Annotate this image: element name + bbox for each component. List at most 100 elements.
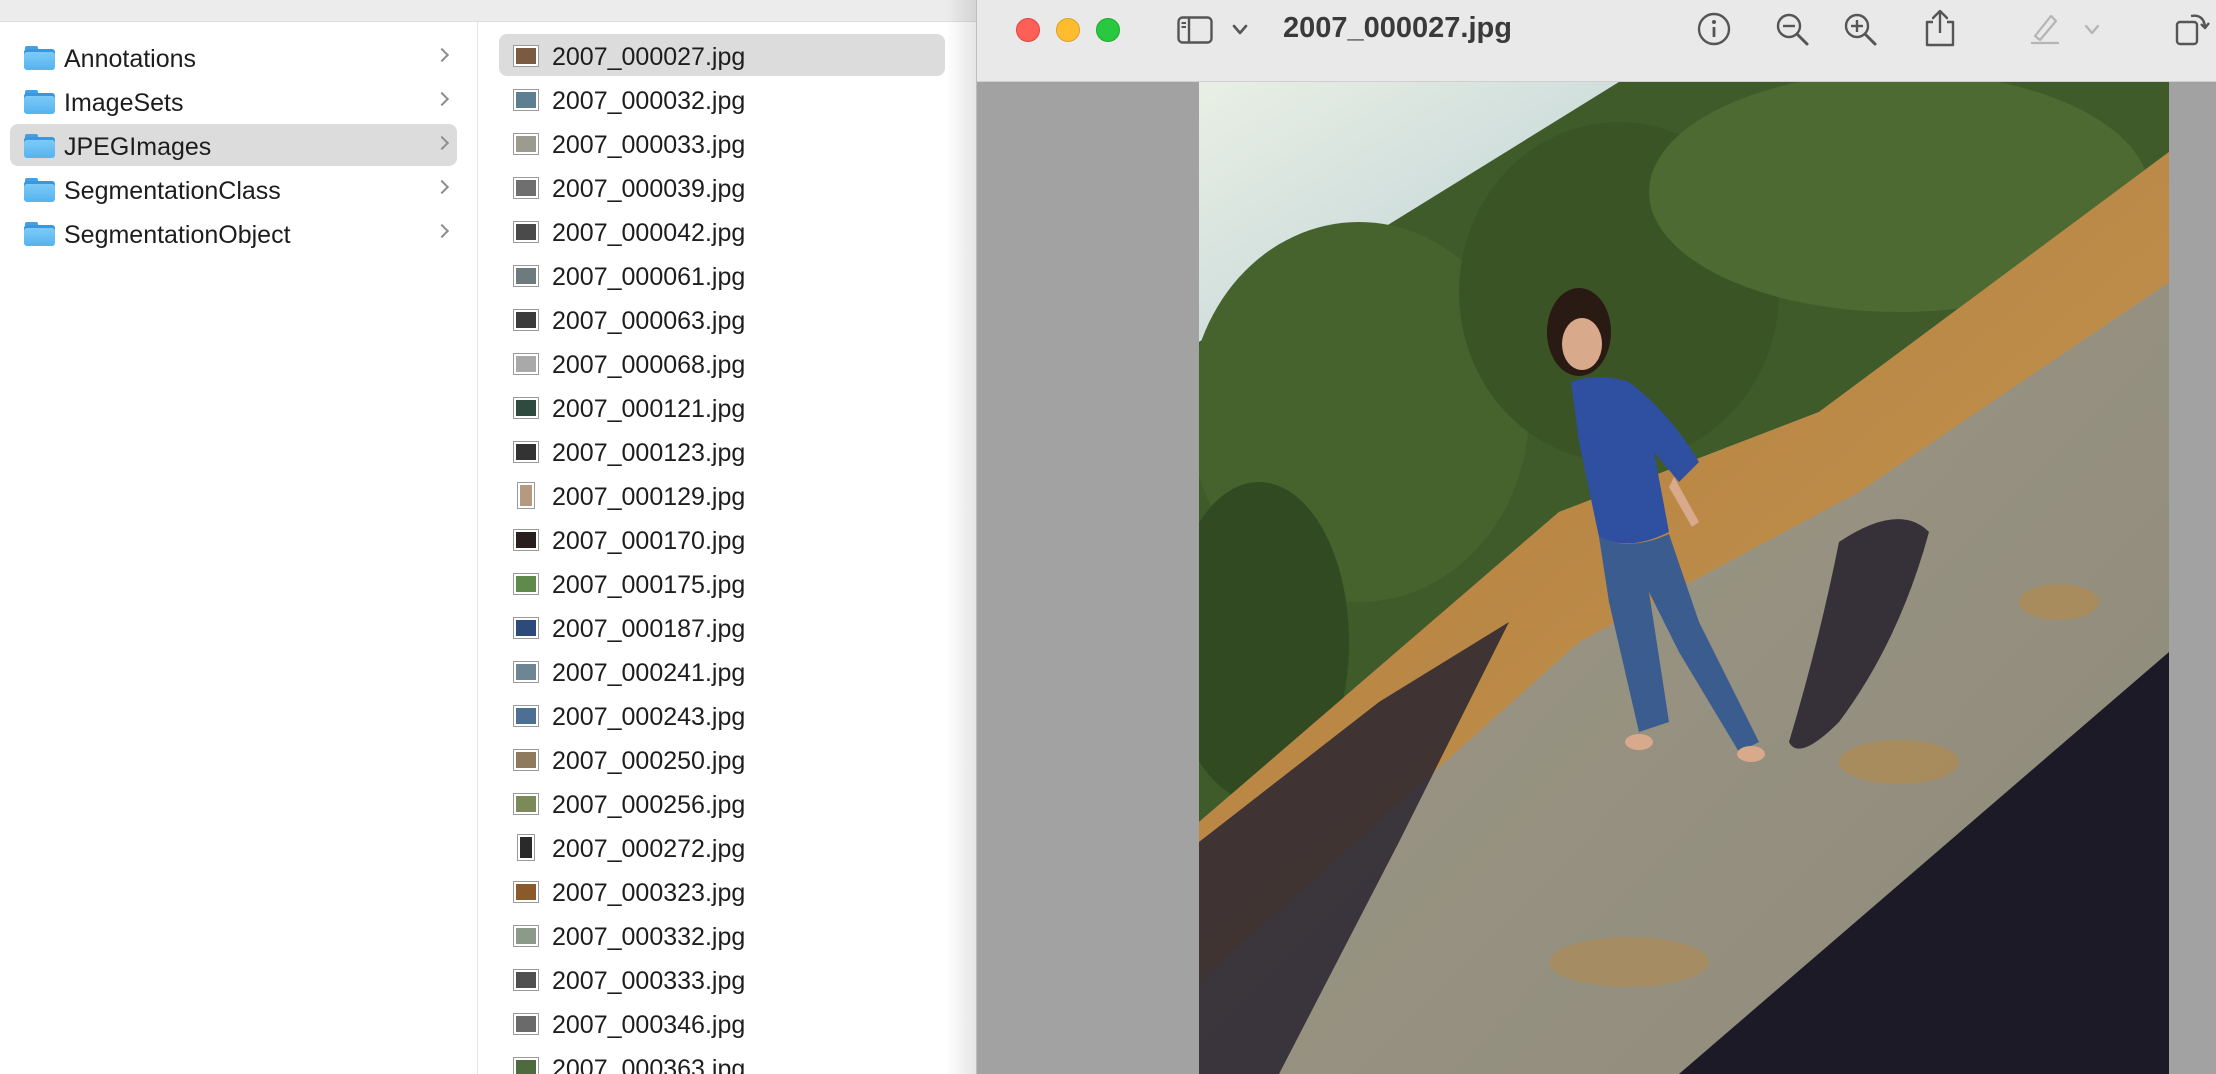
chevron-right-icon — [434, 223, 450, 239]
image-file-icon — [517, 834, 535, 861]
zoom-in-icon[interactable] — [1843, 12, 1879, 48]
image-file-icon — [513, 661, 539, 683]
finder-column-files: 2007_000027.jpg 2007_000032.jpg 2007_00003… — [479, 22, 976, 1074]
image-file-icon — [513, 89, 539, 111]
file-row[interactable]: 2007_000123.jpg — [499, 430, 945, 472]
chevron-right-icon — [434, 91, 450, 107]
folder-row[interactable]: JPEGImages — [10, 124, 457, 166]
folder-label: ImageSets — [64, 89, 184, 117]
file-row[interactable]: 2007_000187.jpg — [499, 606, 945, 648]
file-row[interactable]: 2007_000129.jpg — [499, 474, 945, 516]
folder-label: Annotations — [64, 45, 197, 73]
file-row[interactable]: 2007_000033.jpg — [499, 122, 945, 164]
file-row[interactable]: 2007_000363.jpg — [499, 1046, 945, 1074]
file-row[interactable]: 2007_000256.jpg — [499, 782, 945, 824]
chevron-right-icon — [434, 47, 450, 63]
file-row[interactable]: 2007_000027.jpg — [499, 34, 945, 76]
file-label: 2007_000256.jpg — [552, 791, 746, 819]
file-label: 2007_000187.jpg — [552, 615, 746, 643]
folder-row[interactable]: SegmentationObject — [10, 212, 457, 254]
file-label: 2007_000243.jpg — [552, 703, 746, 731]
folder-row[interactable]: SegmentationClass — [10, 168, 457, 210]
chevron-right-icon — [434, 135, 450, 151]
image-file-icon — [513, 1057, 539, 1074]
preview-window: 2007_000027.jpg — [976, 0, 2216, 1074]
file-row[interactable]: 2007_000063.jpg — [499, 298, 945, 340]
image-file-icon — [513, 177, 539, 199]
zoom-out-icon[interactable] — [1775, 12, 1811, 48]
file-label: 2007_000323.jpg — [552, 879, 746, 907]
folder-icon — [24, 178, 55, 202]
file-row[interactable]: 2007_000243.jpg — [499, 694, 945, 736]
image-file-icon — [513, 881, 539, 903]
file-row[interactable]: 2007_000068.jpg — [499, 342, 945, 384]
image-file-icon — [513, 397, 539, 419]
file-label: 2007_000175.jpg — [552, 571, 746, 599]
file-row[interactable]: 2007_000332.jpg — [499, 914, 945, 956]
file-label: 2007_000042.jpg — [552, 219, 746, 247]
file-label: 2007_000129.jpg — [552, 483, 746, 511]
image-file-icon — [513, 45, 539, 67]
folder-icon — [24, 134, 55, 158]
folder-icon — [24, 46, 55, 70]
share-icon[interactable] — [1923, 8, 1957, 48]
folder-row[interactable]: ImageSets — [10, 80, 457, 122]
file-row[interactable]: 2007_000272.jpg — [499, 826, 945, 868]
image-file-icon — [513, 353, 539, 375]
file-row[interactable]: 2007_000061.jpg — [499, 254, 945, 296]
folder-row[interactable]: Annotations — [10, 36, 457, 78]
file-row[interactable]: 2007_000032.jpg — [499, 78, 945, 120]
minimize-button[interactable] — [1056, 18, 1080, 42]
file-row[interactable]: 2007_000175.jpg — [499, 562, 945, 604]
file-label: 2007_000033.jpg — [552, 131, 746, 159]
file-label: 2007_000063.jpg — [552, 307, 746, 335]
chevron-right-icon — [434, 179, 450, 195]
file-label: 2007_000039.jpg — [552, 175, 746, 203]
image-file-icon — [513, 573, 539, 595]
preview-toolbar: 2007_000027.jpg — [977, 0, 2216, 82]
finder-column-folders: Annotations ImageSets JPEGImages Segmentati… — [0, 22, 478, 1074]
image-file-icon — [513, 793, 539, 815]
close-button[interactable] — [1016, 18, 1040, 42]
desktop: Annotations ImageSets JPEGImages Segmentati… — [0, 0, 2216, 1074]
image-file-icon — [513, 133, 539, 155]
file-row[interactable]: 2007_000042.jpg — [499, 210, 945, 252]
file-label: 2007_000027.jpg — [552, 43, 746, 71]
file-label: 2007_000061.jpg — [552, 263, 746, 291]
chevron-down-icon[interactable] — [2084, 24, 2100, 36]
file-row[interactable]: 2007_000121.jpg — [499, 386, 945, 428]
file-row[interactable]: 2007_000039.jpg — [499, 166, 945, 208]
image-file-icon — [513, 441, 539, 463]
file-row[interactable]: 2007_000346.jpg — [499, 1002, 945, 1044]
image-file-icon — [517, 482, 535, 509]
photo-illustration — [1199, 82, 2169, 1074]
image-file-icon — [513, 309, 539, 331]
file-label: 2007_000332.jpg — [552, 923, 746, 951]
file-label: 2007_000170.jpg — [552, 527, 746, 555]
file-row[interactable]: 2007_000333.jpg — [499, 958, 945, 1000]
file-row[interactable]: 2007_000323.jpg — [499, 870, 945, 912]
image-file-icon — [513, 705, 539, 727]
rotate-icon[interactable] — [2173, 8, 2213, 48]
folder-icon — [24, 90, 55, 114]
sidebar-toggle-icon[interactable] — [1177, 16, 1213, 44]
markup-pen-icon[interactable] — [2027, 10, 2063, 46]
zoom-button[interactable] — [1096, 18, 1120, 42]
file-label: 2007_000032.jpg — [552, 87, 746, 115]
file-label: 2007_000272.jpg — [552, 835, 746, 863]
finder-titlebar-strip — [0, 0, 976, 22]
file-row[interactable]: 2007_000250.jpg — [499, 738, 945, 780]
image-file-icon — [513, 969, 539, 991]
image-file-icon — [513, 529, 539, 551]
document-image[interactable] — [1199, 82, 2169, 1074]
file-label: 2007_000241.jpg — [552, 659, 746, 687]
image-file-icon — [513, 925, 539, 947]
image-file-icon — [513, 617, 539, 639]
folder-label: SegmentationClass — [64, 177, 281, 205]
file-label: 2007_000363.jpg — [552, 1055, 746, 1074]
chevron-down-icon[interactable] — [1232, 24, 1248, 36]
file-row[interactable]: 2007_000170.jpg — [499, 518, 945, 560]
file-row[interactable]: 2007_000241.jpg — [499, 650, 945, 692]
info-icon[interactable] — [1697, 12, 1731, 46]
image-file-icon — [513, 749, 539, 771]
